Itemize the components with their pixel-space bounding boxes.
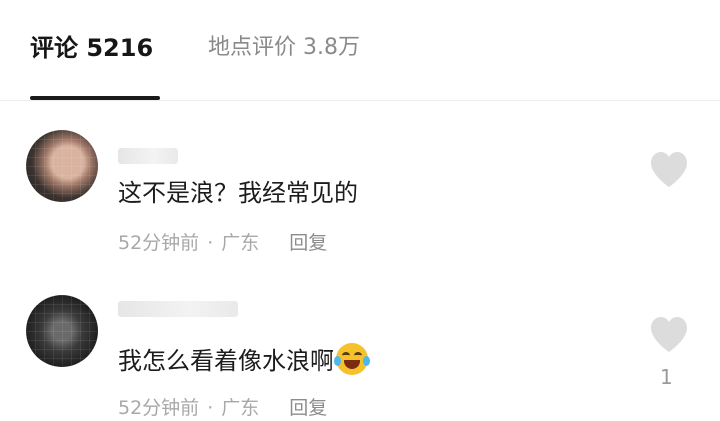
comment-location: 广东 (221, 397, 260, 419)
tab-place-reviews[interactable]: 地点评价 3.8万 (208, 30, 360, 66)
comment-text: 我怎么看着像水浪啊 (118, 343, 370, 378)
comment-item: 这不是浪？我经常见的 52分钟前 · 广东 回复 (0, 120, 720, 254)
avatar[interactable] (26, 130, 98, 202)
reply-button[interactable]: 回复 (289, 232, 327, 254)
comment-text-content: 我怎么看着像水浪啊 (118, 347, 334, 375)
comment-time: 52分钟前 (118, 397, 200, 419)
avatar[interactable] (26, 295, 98, 367)
comment-tabs: 评论 5216 地点评价 3.8万 (0, 0, 720, 100)
tab-comments[interactable]: 评论 5216 (30, 30, 153, 66)
comment-item: 我怎么看着像水浪啊 52分钟前 · 广东 回复 1 (0, 285, 720, 419)
username-redacted[interactable] (118, 148, 178, 164)
heart-icon (651, 317, 687, 352)
laughing-crying-emoji-icon (334, 343, 370, 375)
tabs-divider (0, 100, 720, 101)
comment-location: 广东 (221, 232, 260, 254)
reply-button[interactable]: 回复 (289, 397, 327, 419)
comment-time: 52分钟前 (118, 232, 200, 254)
meta-separator: · (207, 232, 214, 254)
comment-meta: 52分钟前 · 广东 回复 (118, 230, 327, 256)
like-count: 1 (660, 365, 673, 389)
like-button[interactable] (648, 150, 690, 190)
comment-meta: 52分钟前 · 广东 回复 (118, 395, 327, 421)
username-redacted[interactable] (118, 301, 238, 317)
meta-separator: · (207, 397, 214, 419)
heart-icon (651, 152, 687, 187)
comment-text: 这不是浪？我经常见的 (118, 179, 358, 207)
like-button[interactable] (648, 315, 690, 355)
